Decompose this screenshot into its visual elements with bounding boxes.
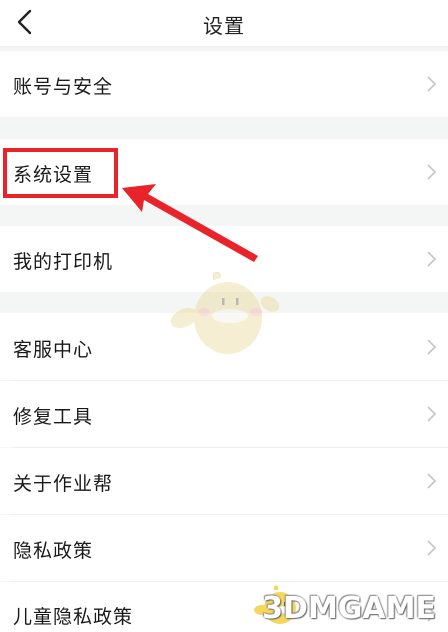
- menu-item-repair-tool[interactable]: 修复工具: [0, 381, 448, 447]
- top-bar: 设置: [0, 0, 448, 47]
- highlight-box: [3, 148, 118, 198]
- menu-item-privacy-policy[interactable]: 隐私政策: [0, 515, 448, 581]
- annotation-arrow-icon: [122, 184, 258, 262]
- chevron-right-icon: [427, 540, 437, 556]
- menu-item-label: 儿童隐私政策: [13, 606, 134, 628]
- chevron-right-icon: [427, 251, 437, 267]
- page-title: 设置: [203, 14, 245, 38]
- chevron-right-icon: [427, 339, 437, 355]
- menu-item-label: 隐私政策: [13, 540, 94, 562]
- chevron-right-icon: [427, 406, 437, 422]
- menu-item-about[interactable]: 关于作业帮: [0, 448, 448, 514]
- watermark-text: 3DMGAME: [262, 591, 436, 626]
- menu-item-label: 我的打印机: [13, 251, 114, 273]
- chevron-right-icon: [427, 164, 437, 180]
- menu-item-label: 关于作业帮: [13, 473, 114, 495]
- menu-item-label: 账号与安全: [13, 76, 114, 98]
- chevron-right-icon: [427, 76, 437, 92]
- menu-item-account-security[interactable]: 账号与安全: [0, 51, 448, 117]
- chevron-right-icon: [427, 473, 437, 489]
- mascot-chick-icon: [170, 271, 280, 354]
- menu-item-label: 客服中心: [13, 339, 94, 361]
- menu-item-label: 修复工具: [13, 406, 94, 428]
